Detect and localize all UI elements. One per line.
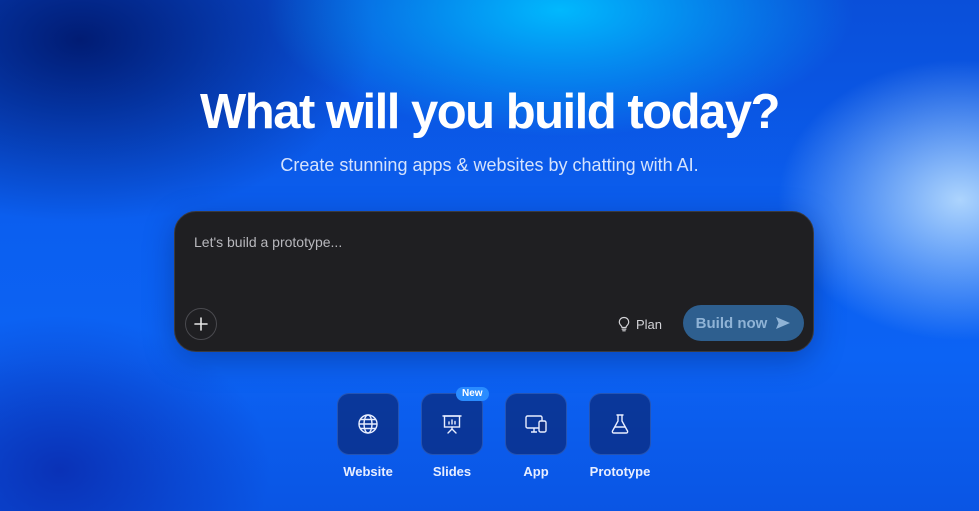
project-type-website[interactable]: Website [328, 393, 408, 480]
plus-icon [193, 316, 209, 332]
prompt-box: Plan Build now [174, 211, 814, 352]
project-type-tile[interactable] [337, 393, 399, 455]
lightbulb-icon [617, 316, 631, 332]
new-badge: New [456, 387, 489, 401]
presentation-chart-icon [440, 412, 464, 436]
globe-icon [356, 412, 380, 436]
project-type-label: Prototype [589, 464, 651, 479]
flask-icon [608, 412, 632, 436]
project-type-label: App [523, 464, 549, 479]
send-arrow-icon [775, 316, 791, 330]
project-type-app[interactable]: App [496, 393, 576, 480]
plan-toggle[interactable]: Plan [617, 312, 662, 336]
devices-icon [523, 412, 549, 436]
build-now-button[interactable]: Build now [683, 305, 804, 341]
page-title: What will you build today? [200, 85, 780, 139]
build-now-label: Build now [695, 314, 768, 332]
page-subtitle: Create stunning apps & websites by chatt… [280, 155, 699, 175]
plan-label: Plan [636, 316, 663, 332]
project-type-tile[interactable]: New [421, 387, 489, 455]
project-type-slides[interactable]: New Slides [412, 387, 492, 480]
project-type-tile[interactable] [505, 393, 567, 455]
project-type-tile[interactable] [589, 393, 651, 455]
attach-button[interactable] [185, 308, 217, 340]
prompt-input[interactable] [194, 234, 794, 294]
project-type-prototype[interactable]: Prototype [580, 393, 660, 480]
project-type-label: Slides [432, 464, 472, 479]
project-type-label: Website [343, 464, 393, 479]
